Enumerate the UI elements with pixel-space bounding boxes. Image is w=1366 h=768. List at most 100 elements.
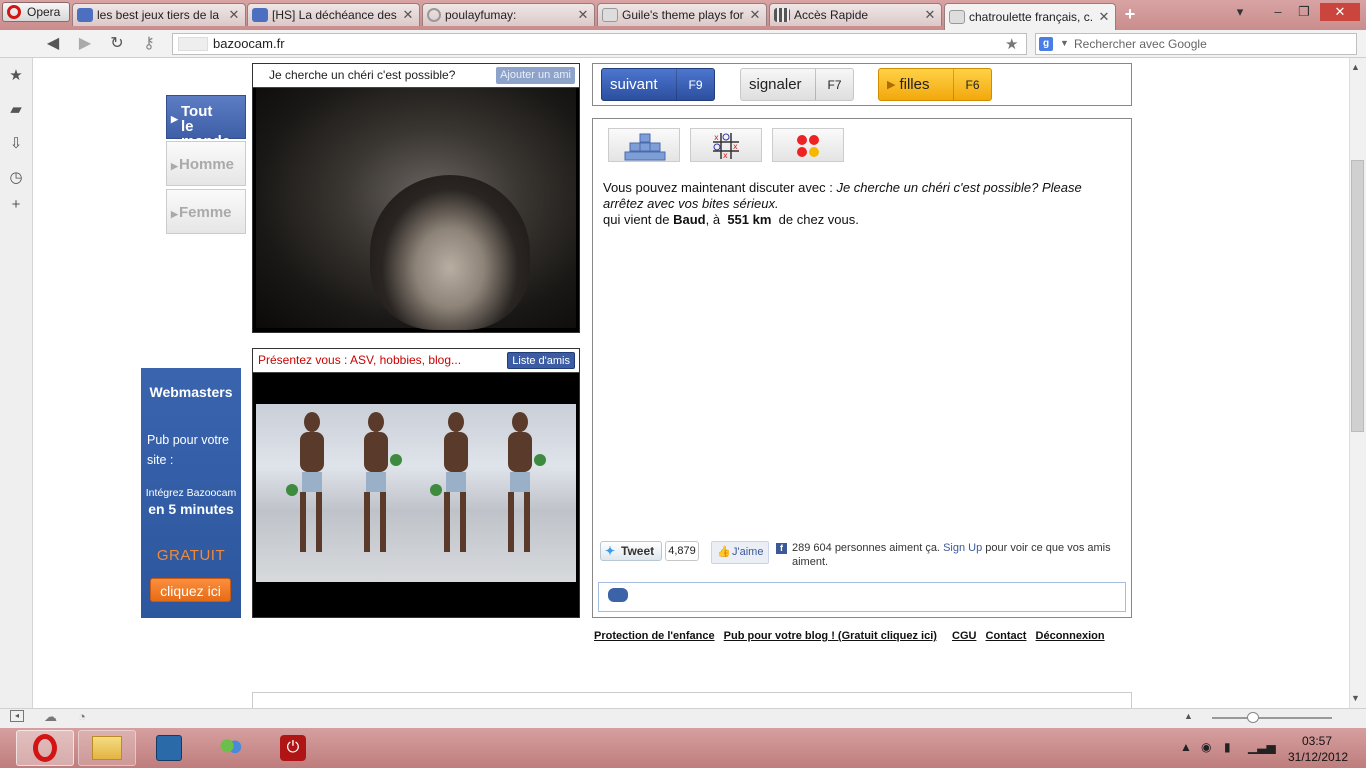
opera-menu-button[interactable]: Opera <box>2 2 70 22</box>
bookmark-star-icon[interactable]: ★ <box>1005 35 1018 53</box>
close-icon[interactable]: ✕ <box>401 7 415 23</box>
reload-icon[interactable]: ↻ <box>106 34 128 54</box>
tab-3[interactable]: poulayfumay: ✕ <box>422 3 595 26</box>
power-icon: ⏻ <box>280 735 306 761</box>
tab-6-active[interactable]: chatroulette français, c... ✕ <box>944 3 1116 30</box>
ad-cta-button[interactable]: cliquez ici <box>150 578 231 602</box>
tweet-count: 4,879 <box>665 541 699 561</box>
speedometer-icon[interactable]: ◔ <box>78 709 86 724</box>
game-connect4-button[interactable] <box>772 128 844 162</box>
message-input[interactable] <box>598 582 1126 612</box>
ad-pub-text: Pub pour votre site : <box>145 430 241 470</box>
back-icon[interactable]: ◀ <box>42 34 64 54</box>
close-icon[interactable]: ✕ <box>1097 9 1111 25</box>
chat-intro-text: Vous pouvez maintenant discuter avec : J… <box>603 180 1123 228</box>
facebook-like-button[interactable]: 👍 J'aime <box>711 541 769 564</box>
search-field[interactable]: Rechercher avec Google <box>1035 33 1357 55</box>
status-bar <box>0 708 1366 728</box>
opera-logo-icon <box>33 734 57 762</box>
tab-title: chatroulette français, c... <box>969 10 1093 24</box>
forward-icon[interactable]: ▶ <box>74 34 96 54</box>
taskbar-messenger[interactable] <box>202 730 260 766</box>
filter-female-button[interactable]: ▶ Femme <box>166 189 246 234</box>
url-field[interactable]: bazoocam.fr <box>172 33 1027 55</box>
close-icon[interactable]: ✕ <box>923 7 937 23</box>
page-icon <box>949 10 965 24</box>
chevron-down-icon[interactable]: ▼ <box>1060 38 1069 48</box>
close-icon[interactable]: ✕ <box>227 7 241 23</box>
from-prefix: qui vient de <box>603 212 670 227</box>
tab-4[interactable]: Guile's theme plays for ... ✕ <box>597 3 767 26</box>
twitter-bird-icon: ✦ <box>605 544 616 558</box>
control-panel-icon <box>156 735 182 761</box>
panel-toggle-icon[interactable]: ◂ <box>10 710 24 722</box>
bookmarks-icon[interactable]: ★ <box>7 67 25 85</box>
scrollbar-thumb[interactable] <box>1351 160 1364 432</box>
connect-four-icon <box>797 135 819 157</box>
opera-logo-icon <box>7 5 21 19</box>
speed-dial-icon <box>774 8 790 22</box>
taskbar-shutdown[interactable]: ⏻ <box>264 730 322 766</box>
filter-male-button[interactable]: ▶ Homme <box>166 141 246 186</box>
close-icon[interactable]: ✕ <box>576 7 590 23</box>
ad-integrate-text: Intégrez Bazoocam <box>145 487 237 499</box>
signal-icon[interactable]: ▁▃▅ <box>1248 740 1276 754</box>
new-tab-button[interactable]: + <box>1120 5 1140 23</box>
minimize-button[interactable]: ‒ <box>1266 3 1290 21</box>
scroll-down-icon[interactable]: ▼ <box>1351 693 1360 703</box>
footer-link-logout[interactable]: Déconnexion <box>1036 630 1105 642</box>
filter-everyone-button[interactable]: ▶ Tout le monde <box>166 95 246 149</box>
next-button[interactable]: suivant F9 <box>601 68 715 101</box>
from-suffix: de chez vous. <box>778 212 859 227</box>
key-icon[interactable]: ⚷ <box>138 34 160 54</box>
chevron-right-icon: ▶ <box>171 114 178 124</box>
tray-expand-icon[interactable]: ▲ <box>1180 740 1192 754</box>
messenger-icon <box>218 737 244 759</box>
tab-2[interactable]: [HS] La déchéance des ... ✕ <box>247 3 420 26</box>
page-icon <box>602 8 618 22</box>
folder-icon <box>92 736 122 760</box>
taskbar-explorer[interactable] <box>78 730 136 766</box>
history-icon[interactable]: ◷ <box>7 169 25 187</box>
tray-app-icon[interactable]: ◉ <box>1201 740 1211 754</box>
footer-link-blog-ad[interactable]: Pub pour votre blog ! (Gratuit cliquez i… <box>724 630 937 642</box>
cloud-icon[interactable]: ☁ <box>44 709 57 725</box>
battery-icon[interactable]: ▮ <box>1224 740 1231 754</box>
taskbar-control-panel[interactable] <box>140 730 198 766</box>
tab-1[interactable]: les best jeux tiers de la ... ✕ <box>72 3 246 26</box>
tab-list-button[interactable]: ▾ <box>1228 3 1252 21</box>
close-window-button[interactable]: ✕ <box>1320 3 1360 21</box>
svg-text:x: x <box>723 151 728 160</box>
zoom-slider[interactable] <box>1212 717 1332 719</box>
game-tictactoe-button[interactable]: xxx <box>690 128 762 162</box>
add-panel-icon[interactable]: + <box>7 196 25 214</box>
footer-link-cgu[interactable]: CGU <box>952 630 976 642</box>
close-icon[interactable]: ✕ <box>748 7 762 23</box>
downloads-icon[interactable]: ⇩ <box>7 135 25 153</box>
restore-button[interactable]: ❐ <box>1292 3 1316 21</box>
zoom-slider-thumb[interactable] <box>1247 712 1259 723</box>
clock-time[interactable]: 03:57 <box>1297 734 1337 748</box>
notes-icon[interactable]: ▰ <box>7 101 25 119</box>
my-video-header: Présentez vous : ASV, hobbies, blog... L… <box>253 349 579 373</box>
site-badge-icon[interactable] <box>178 37 208 51</box>
footer-link-contact[interactable]: Contact <box>986 630 1027 642</box>
taskbar-opera[interactable] <box>16 730 74 766</box>
blocks-game-icon <box>624 133 666 161</box>
tab-5[interactable]: Accès Rapide ✕ <box>769 3 942 26</box>
fb-signup-link[interactable]: Sign Up <box>943 542 982 554</box>
clock-date[interactable]: 31/12/2012 <box>1283 750 1353 764</box>
footer-link-child-protection[interactable]: Protection de l'enfance <box>594 630 715 642</box>
ad-pub-line1: Pub pour votre <box>147 433 229 447</box>
scroll-up-icon[interactable]: ▲ <box>1351 62 1360 72</box>
report-button[interactable]: signaler F7 <box>740 68 854 101</box>
tweet-button[interactable]: ✦ Tweet <box>600 541 662 561</box>
game-blocks-button[interactable] <box>608 128 680 162</box>
add-friend-button[interactable]: Ajouter un ami <box>496 67 575 84</box>
google-icon[interactable]: g <box>1039 37 1053 51</box>
filter-female-label: Femme <box>179 204 232 221</box>
girls-button[interactable]: ▶ filles F6 <box>878 68 992 101</box>
chat-bubble-icon <box>608 588 628 602</box>
friends-list-button[interactable]: Liste d'amis <box>507 352 575 369</box>
zoom-menu-icon[interactable]: ▲ <box>1184 711 1193 721</box>
